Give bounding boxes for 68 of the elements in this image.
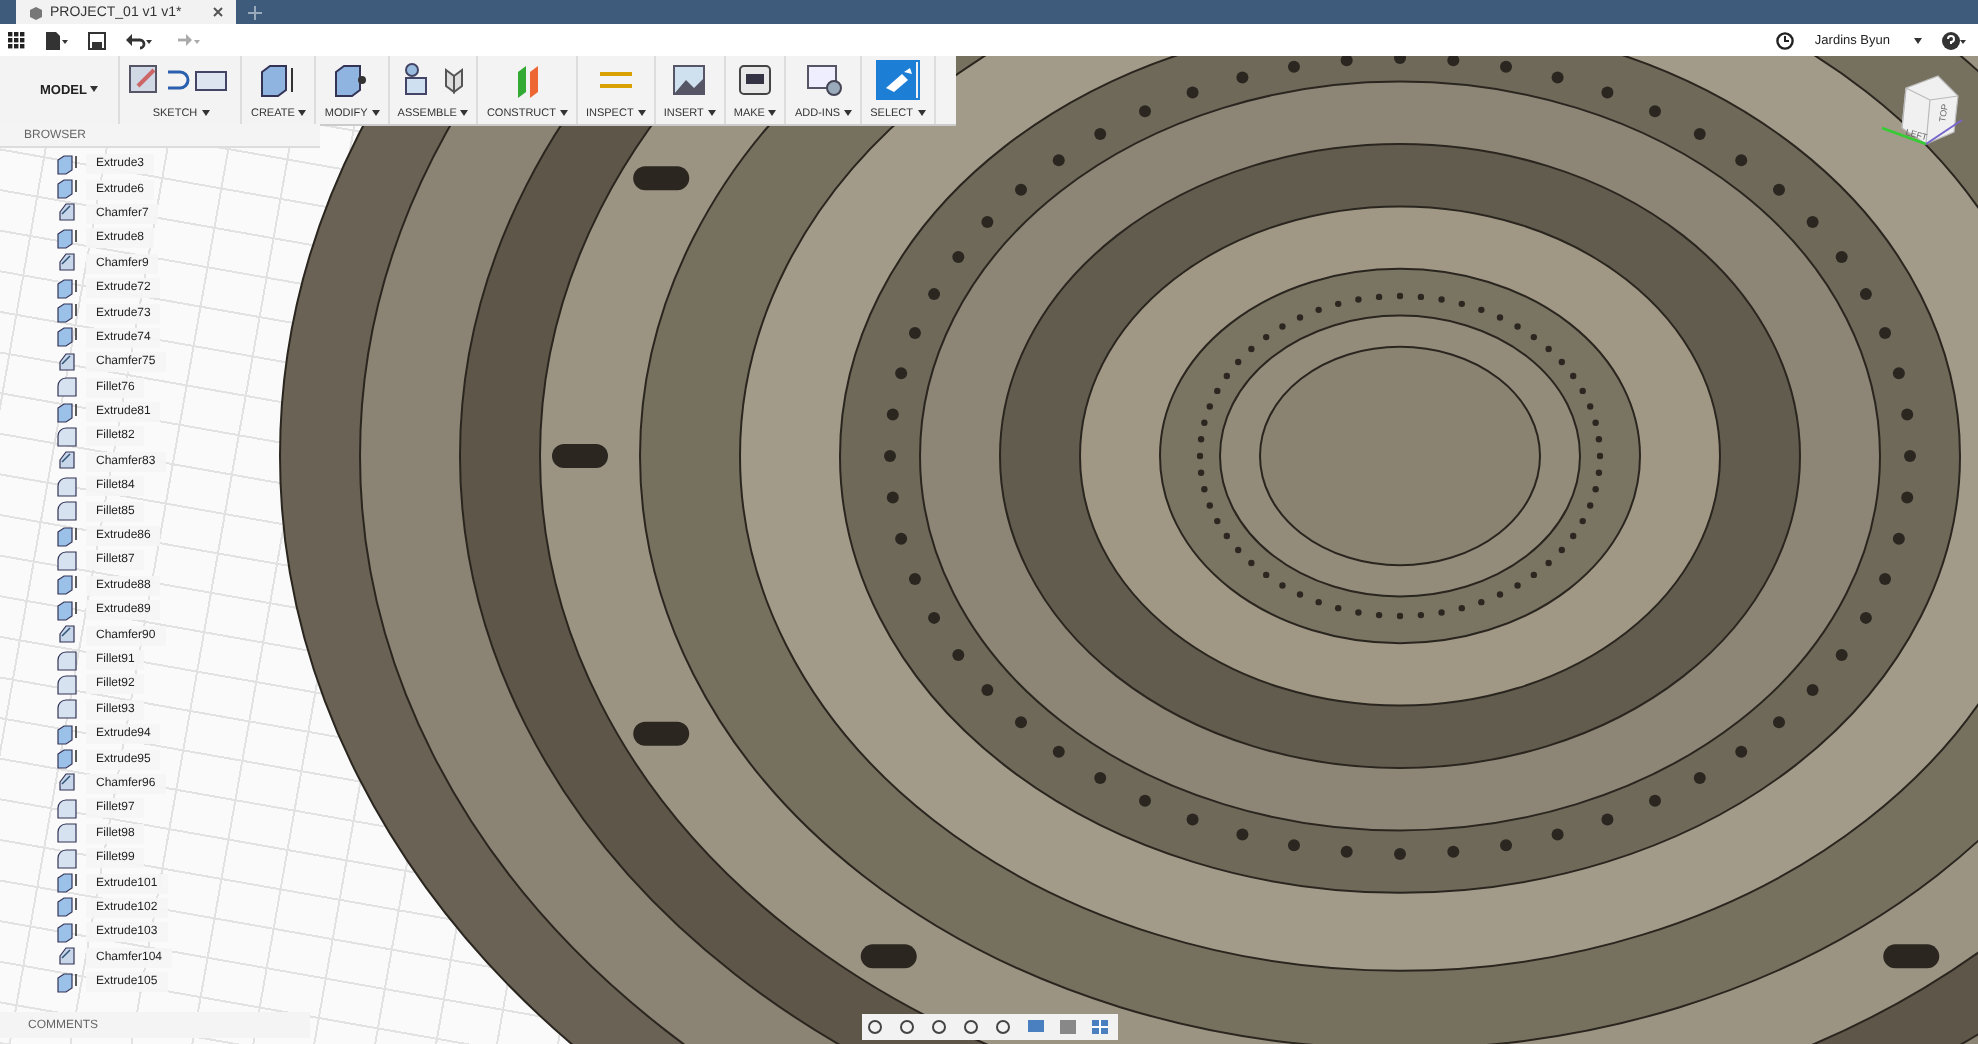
caret-icon [90,86,99,93]
fillet-feature-icon [56,822,78,845]
fillet-feature-icon [56,475,78,498]
grid-icon[interactable] [1090,1018,1114,1036]
slot-hole [633,166,690,191]
fillet-feature-icon [56,797,78,820]
extrude-feature-icon [56,723,78,746]
extrude-feature-icon [56,277,78,300]
caret-icon [559,110,568,117]
tool-icon [401,62,466,98]
caret-icon [371,110,380,117]
extrude-feature-icon [56,896,78,919]
caret-icon [768,110,777,117]
extrude-feature-icon [56,748,78,771]
extrude-feature-icon [56,153,78,176]
help-icon[interactable] [1942,31,1966,49]
chamfer-feature-icon [56,772,78,795]
fillet-feature-icon [56,425,78,448]
fillet-feature-icon [56,673,78,696]
caret-icon [1914,37,1922,43]
cube-icon [28,5,42,19]
slot-hole [860,944,917,969]
extrude-feature-icon [56,525,78,548]
chamfer-feature-icon [56,450,78,473]
fillet-feature-icon [56,698,78,721]
extrude-feature-icon [56,599,78,622]
chamfer-feature-icon [56,252,78,275]
undo-icon[interactable] [126,31,154,49]
extrude-feature-icon [56,574,78,597]
close-icon[interactable] [212,6,224,18]
tool-icon [877,62,918,98]
caret-icon [917,110,926,117]
display-icon[interactable] [1026,1018,1050,1036]
slot-hole [1883,944,1940,969]
tool-icon [128,62,233,98]
caret-icon [637,110,646,117]
chamfer-feature-icon [56,624,78,647]
chamfer-feature-icon [56,946,78,969]
fillet-feature-icon [56,649,78,671]
extrude-feature-icon [56,401,78,424]
extrude-feature-icon [56,971,78,994]
slot-hole [552,444,608,468]
visual-style-icon[interactable] [1058,1018,1082,1036]
extrude-feature-icon [56,921,78,944]
fillet-feature-icon [56,500,78,523]
extrude-feature-icon [56,227,78,250]
caret-icon [460,110,469,117]
save-icon[interactable] [88,31,106,49]
chamfer-feature-icon [56,202,78,225]
apps-grid-icon[interactable] [8,31,26,49]
extrude-feature-icon [56,326,78,349]
tool-icon [735,62,776,98]
clock-icon[interactable] [1776,31,1795,49]
extrude-feature-icon [56,302,78,325]
fillet-feature-icon [56,847,78,870]
tool-icon [258,62,299,98]
caret-icon [707,110,716,117]
caret-icon [298,110,307,117]
file-menu-icon[interactable] [46,31,68,49]
extrude-feature-icon [56,872,78,895]
caret-icon [201,110,210,117]
tool-icon [803,62,844,98]
fillet-feature-icon [56,376,78,399]
fillet-feature-icon [56,549,78,572]
tool-icon [669,62,710,98]
new-tab-icon[interactable] [248,6,262,20]
extrude-feature-icon [56,178,78,201]
caret-icon [844,110,853,117]
